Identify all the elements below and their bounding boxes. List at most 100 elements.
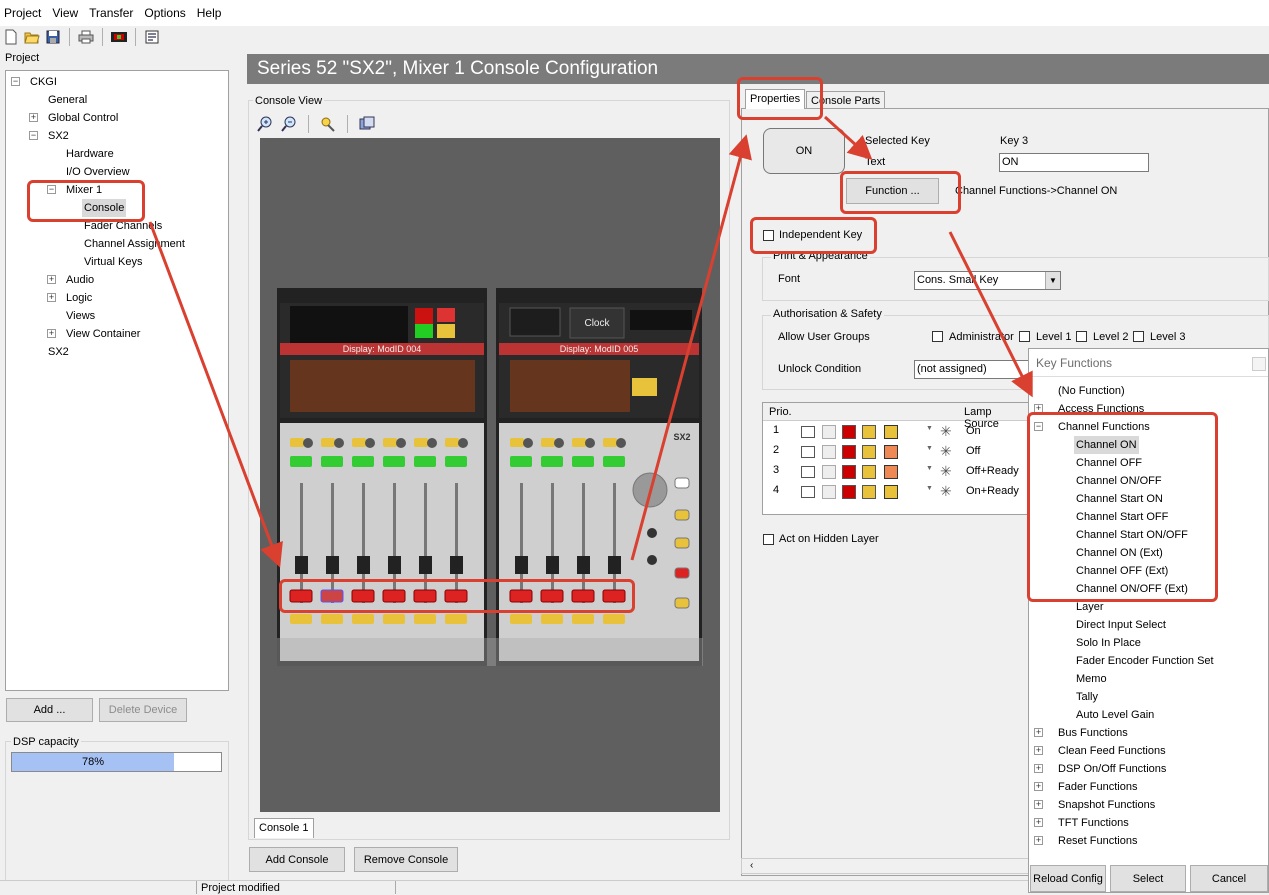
dropdown-icon[interactable]: ▼ xyxy=(926,445,933,452)
lamp-yellow-swatch[interactable] xyxy=(862,485,876,499)
tree-item[interactable]: SX2 xyxy=(46,343,71,361)
print-icon[interactable] xyxy=(77,28,95,46)
function-item[interactable]: Reset Functions xyxy=(1056,832,1139,850)
lamp-mode-icon[interactable] xyxy=(822,465,836,479)
tree-toggle-icon[interactable]: + xyxy=(1034,818,1043,827)
group-checkbox[interactable] xyxy=(932,331,943,342)
key-search-icon[interactable] xyxy=(319,115,337,133)
lamp-mode-icon[interactable] xyxy=(822,485,836,499)
lamp-yellow-swatch[interactable] xyxy=(862,465,876,479)
cancel-button[interactable]: Cancel xyxy=(1190,865,1268,892)
tree-toggle-icon[interactable]: + xyxy=(29,113,38,122)
font-select[interactable]: Cons. Small Key ▼ xyxy=(914,271,1061,290)
annotation-properties-tab xyxy=(737,77,823,120)
save-icon[interactable] xyxy=(44,28,62,46)
menu-transfer[interactable]: Transfer xyxy=(85,6,140,20)
new-icon[interactable] xyxy=(2,28,20,46)
zoom-out-icon[interactable] xyxy=(280,115,298,133)
lamp-red-swatch[interactable] xyxy=(842,465,856,479)
dropdown-icon[interactable]: ▼ xyxy=(926,465,933,472)
remove-console-button[interactable]: Remove Console xyxy=(354,847,458,872)
lamp-yellow-swatch[interactable] xyxy=(862,445,876,459)
function-item[interactable]: Clean Feed Functions xyxy=(1056,742,1168,760)
dropdown-icon[interactable]: ▼ xyxy=(926,425,933,432)
tree-toggle-icon[interactable]: + xyxy=(47,329,56,338)
tree-item[interactable]: View Container xyxy=(64,325,142,343)
console-svg[interactable]: Clock Display: ModID 004 Display: ModID … xyxy=(260,138,720,812)
tree-item[interactable]: Audio xyxy=(64,271,96,289)
function-item[interactable]: Auto Level Gain xyxy=(1074,706,1156,724)
group-checkbox[interactable] xyxy=(1076,331,1087,342)
group-checkbox[interactable] xyxy=(1133,331,1144,342)
lamp-source-icon[interactable] xyxy=(884,465,898,479)
lamp-red-swatch[interactable] xyxy=(842,485,856,499)
project-tree[interactable]: − CKGI General + Global Control − SX2 Hardware I… xyxy=(5,70,229,691)
tree-toggle-icon[interactable]: + xyxy=(1034,800,1043,809)
add-console-button[interactable]: Add Console xyxy=(249,847,345,872)
dialog-close-icon[interactable] xyxy=(1252,357,1266,371)
tree-item[interactable]: Channel Assignment xyxy=(82,235,187,253)
lamp-table[interactable]: Prio. Lamp Source 1 ▼ ✳ On 2 ▼ ✳ Off 3 ▼ ✳ Off+Read… xyxy=(762,402,1029,515)
key-text-input[interactable]: ON xyxy=(999,153,1149,172)
unlock-condition-select[interactable]: (not assigned) xyxy=(914,360,1029,379)
lamp-source-icon[interactable] xyxy=(884,445,898,459)
menu-project[interactable]: Project xyxy=(0,6,48,20)
open-icon[interactable] xyxy=(23,28,41,46)
tree-item[interactable]: Logic xyxy=(64,289,94,307)
lamp-red-swatch[interactable] xyxy=(842,425,856,439)
tree-item[interactable]: CKGI xyxy=(28,73,59,91)
tree-toggle-icon[interactable]: + xyxy=(1034,836,1043,845)
tree-toggle-icon[interactable]: − xyxy=(29,131,38,140)
tree-item[interactable]: SX2 xyxy=(46,127,71,145)
tree-toggle-icon[interactable]: + xyxy=(1034,728,1043,737)
tree-toggle-icon[interactable]: + xyxy=(47,275,56,284)
lamp-mode-icon[interactable] xyxy=(822,445,836,459)
function-item[interactable]: Fader Encoder Function Set xyxy=(1074,652,1216,670)
device-icon[interactable] xyxy=(110,28,128,46)
menu-options[interactable]: Options xyxy=(140,6,192,20)
tree-item[interactable]: I/O Overview xyxy=(64,163,132,181)
menu-view[interactable]: View xyxy=(48,6,85,20)
lamp-mode-icon[interactable] xyxy=(822,425,836,439)
delete-device-button[interactable]: Delete Device xyxy=(99,698,187,722)
tree-toggle-icon[interactable]: − xyxy=(11,77,20,86)
tree-toggle-icon[interactable]: + xyxy=(1034,782,1043,791)
function-item[interactable]: Tally xyxy=(1074,688,1100,706)
function-item[interactable]: Solo In Place xyxy=(1074,634,1143,652)
tree-item[interactable]: General xyxy=(46,91,89,109)
act-hidden-checkbox[interactable] xyxy=(763,534,774,545)
tree-item[interactable]: Hardware xyxy=(64,145,116,163)
function-item[interactable]: (No Function) xyxy=(1056,382,1127,400)
menu-help[interactable]: Help xyxy=(193,6,229,20)
lamp-source-icon[interactable] xyxy=(884,425,898,439)
function-item[interactable]: Bus Functions xyxy=(1056,724,1130,742)
zoom-in-icon[interactable] xyxy=(256,115,274,133)
group-checkbox[interactable] xyxy=(1019,331,1030,342)
select-button[interactable]: Select xyxy=(1110,865,1186,892)
tree-toggle-icon[interactable]: + xyxy=(1034,746,1043,755)
function-item[interactable]: TFT Functions xyxy=(1056,814,1131,832)
dropdown-icon[interactable]: ▼ xyxy=(926,485,933,492)
lamp-yellow-swatch[interactable] xyxy=(862,425,876,439)
tab-console-1[interactable]: Console 1 xyxy=(254,818,314,838)
config-icon[interactable] xyxy=(143,28,161,46)
tree-toggle-icon[interactable]: + xyxy=(47,293,56,302)
display-right-info xyxy=(509,307,561,337)
tree-item[interactable]: Views xyxy=(64,307,97,325)
lamp-red-swatch[interactable] xyxy=(842,445,856,459)
chevron-down-icon[interactable]: ▼ xyxy=(1045,272,1060,289)
function-item[interactable]: DSP On/Off Functions xyxy=(1056,760,1168,778)
function-item[interactable]: Direct Input Select xyxy=(1074,616,1168,634)
horizontal-scrollbar[interactable]: ‹ xyxy=(741,858,1029,874)
function-item[interactable]: Fader Functions xyxy=(1056,778,1139,796)
tree-item[interactable]: Virtual Keys xyxy=(82,253,145,271)
function-item[interactable]: Snapshot Functions xyxy=(1056,796,1157,814)
function-item[interactable]: Memo xyxy=(1074,670,1109,688)
add-device-button[interactable]: Add ... xyxy=(6,698,93,722)
layout-icon[interactable] xyxy=(358,115,376,133)
console-canvas[interactable]: Clock Display: ModID 004 Display: ModID … xyxy=(260,138,720,812)
tree-toggle-icon[interactable]: + xyxy=(1034,764,1043,773)
lamp-source-icon[interactable] xyxy=(884,485,898,499)
tree-item[interactable]: Global Control xyxy=(46,109,120,127)
reload-config-button[interactable]: Reload Config xyxy=(1030,865,1106,892)
